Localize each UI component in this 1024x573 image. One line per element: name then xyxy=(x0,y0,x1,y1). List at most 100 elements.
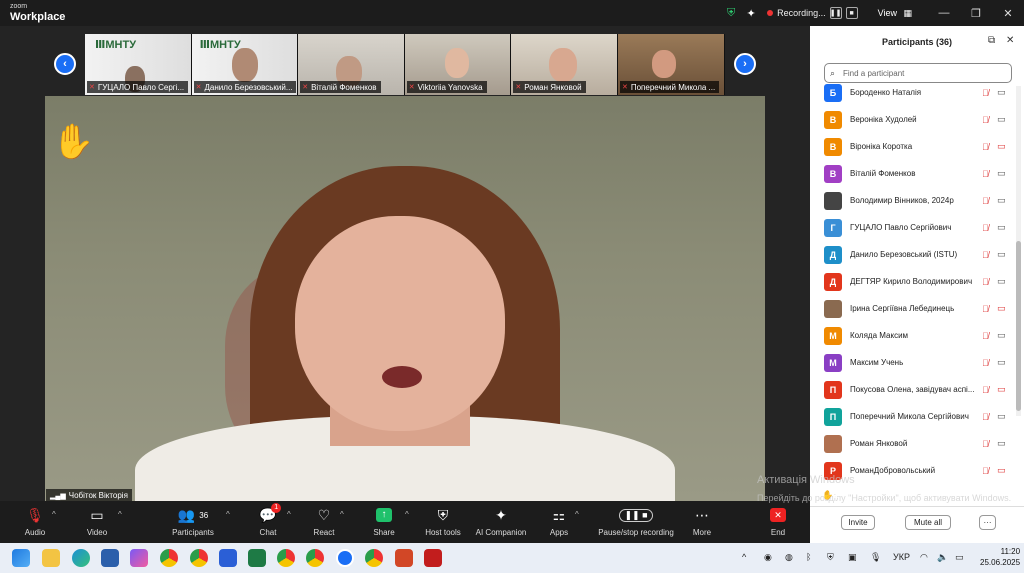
chrome-icon[interactable] xyxy=(365,549,383,567)
meet-icon[interactable]: ▣ xyxy=(848,552,857,563)
panel-scrollbar[interactable] xyxy=(1016,86,1021,416)
muted-mic-icon[interactable]: 🎙̸ xyxy=(982,142,989,152)
zoom-icon[interactable] xyxy=(336,549,354,567)
participant-row[interactable]: Д ДЕГТЯР Кирило Володимирович 🎙̸ ▭ xyxy=(810,268,1016,295)
video-icon[interactable]: ▭ xyxy=(997,168,1006,179)
video-icon[interactable]: ▭ xyxy=(997,411,1006,422)
active-speaker-video[interactable]: ✋ xyxy=(45,96,765,502)
minimize-button[interactable]: — xyxy=(928,0,960,26)
participant-row[interactable]: М Коляда Максим 🎙̸ ▭ xyxy=(810,322,1016,349)
participant-row[interactable]: П Поперечний Микола Сергійович 🎙̸ ▭ xyxy=(810,403,1016,430)
store-icon[interactable] xyxy=(101,549,119,567)
tray-app-icon[interactable]: ◉ xyxy=(764,552,772,563)
participant-row[interactable]: Володимир Вінников, 2024р 🎙̸ ▭ xyxy=(810,187,1016,214)
prev-page-button[interactable]: ‹ xyxy=(54,53,76,75)
video-icon[interactable]: ▭ xyxy=(997,330,1006,341)
video-off-icon[interactable]: ▭ xyxy=(997,384,1006,395)
participant-row[interactable]: Ірина Сергіївна Лебединець 🎙̸ ▭ xyxy=(810,295,1016,322)
raised-hands-counter[interactable]: ✋2 xyxy=(822,490,838,501)
participant-row[interactable]: Роман Янковой 🎙̸ ▭ xyxy=(810,430,1016,457)
invite-button[interactable]: Invite xyxy=(841,515,875,530)
recording-indicator[interactable]: Recording... ❚❚ ■ xyxy=(767,7,858,19)
thumbnail-tile[interactable]: ✕ Поперечний Микола ... xyxy=(617,34,725,95)
muted-mic-icon[interactable]: 🎙̸ xyxy=(982,250,989,260)
participant-row[interactable]: П Покусова Олена, завідувач аспі... 🎙̸ ▭ xyxy=(810,376,1016,403)
video-icon[interactable]: ▭ xyxy=(997,276,1006,287)
panel-more-button[interactable]: ··· xyxy=(979,515,996,530)
thumbnail-tile[interactable]: ✕ Viktoriia Yanovska xyxy=(404,34,512,95)
excel-icon[interactable] xyxy=(248,549,266,567)
shield-icon[interactable]: ⛨ xyxy=(721,0,741,26)
video-icon[interactable]: ▭ xyxy=(997,222,1006,233)
chevron-up-icon[interactable]: ^ xyxy=(742,552,746,562)
more-button[interactable]: ⋯ More xyxy=(667,505,737,538)
battery-icon[interactable]: ▭ xyxy=(955,552,964,563)
popout-icon[interactable]: ⧉ xyxy=(988,35,995,46)
muted-mic-icon[interactable]: 🎙̸ xyxy=(982,115,989,125)
muted-mic-icon[interactable]: 🎙̸ xyxy=(982,331,989,341)
zoom-tray-icon[interactable]: ◍ xyxy=(785,552,793,563)
chrome-icon[interactable] xyxy=(190,549,208,567)
muted-mic-icon[interactable]: 🎙̸ xyxy=(982,304,989,314)
edge-icon[interactable] xyxy=(72,549,90,567)
muted-mic-icon[interactable]: 🎙̸ xyxy=(982,385,989,395)
participant-row[interactable]: Д Данило Березовський (ISTU) 🎙̸ ▭ xyxy=(810,241,1016,268)
thumbnail-tile[interactable]: ✕ Роман Янковой xyxy=(511,34,618,95)
thumbnail-tile[interactable]: ⅢМНТУ ✕ Данило Березовський... xyxy=(191,34,299,95)
muted-mic-icon[interactable]: 🎙̸ xyxy=(982,223,989,233)
chrome-icon[interactable] xyxy=(306,549,324,567)
chevron-up-icon[interactable]: ^ xyxy=(340,510,344,519)
chevron-up-icon[interactable]: ^ xyxy=(52,510,56,519)
security-icon[interactable]: ⛨ xyxy=(827,552,834,563)
volume-icon[interactable]: 🔈 xyxy=(937,552,948,563)
muted-mic-icon[interactable]: 🎙̸ xyxy=(982,196,989,206)
thumbnail-tile[interactable]: ⅢМНТУ ✕ ГУЦАЛО Павло Сергі... xyxy=(85,34,192,95)
muted-mic-icon[interactable]: 🎙̸ xyxy=(982,439,989,449)
participants-button[interactable]: 👥 36 Participants xyxy=(158,505,228,538)
system-clock[interactable]: 11:20 25.06.2025 xyxy=(980,546,1020,568)
scrollbar-thumb[interactable] xyxy=(1016,241,1021,411)
video-off-icon[interactable]: ▭ xyxy=(997,303,1006,314)
powerpoint-icon[interactable] xyxy=(395,549,413,567)
participant-row[interactable]: В Віталій Фоменков 🎙̸ ▭ xyxy=(810,160,1016,187)
chrome-icon[interactable] xyxy=(277,549,295,567)
muted-mic-icon[interactable]: 🎙̸ xyxy=(982,358,989,368)
participant-row[interactable]: В Віроніка Коротка 🎙̸ ▭ xyxy=(810,133,1016,160)
muted-mic-icon[interactable]: 🎙̸ xyxy=(982,88,989,98)
video-icon[interactable]: ▭ xyxy=(997,114,1006,125)
muted-mic-icon[interactable]: 🎙̸ xyxy=(982,412,989,422)
view-button[interactable]: View ▦ xyxy=(878,8,912,19)
file-explorer-icon[interactable] xyxy=(42,549,60,567)
chevron-up-icon[interactable]: ^ xyxy=(118,510,122,519)
maximize-button[interactable]: ❐ xyxy=(960,0,992,26)
next-page-button[interactable]: › xyxy=(734,53,756,75)
close-button[interactable]: ✕ xyxy=(992,0,1024,26)
pause-icon[interactable]: ❚❚ xyxy=(829,7,842,19)
video-icon[interactable]: ▭ xyxy=(997,87,1006,98)
participant-row[interactable]: Г ГУЦАЛО Павло Сергійович 🎙̸ ▭ xyxy=(810,214,1016,241)
chevron-up-icon[interactable]: ^ xyxy=(575,510,579,519)
mic-icon[interactable]: 🎙 xyxy=(870,552,881,563)
video-icon[interactable]: ▭ xyxy=(997,438,1006,449)
pause-recording-button[interactable]: ❚❚ ■ Pause/stop recording xyxy=(594,505,678,537)
copilot-icon[interactable] xyxy=(130,549,148,567)
thumbnail-tile[interactable]: ✕ Віталій Фоменков xyxy=(298,34,405,95)
bluetooth-icon[interactable]: ᛒ xyxy=(806,552,811,562)
video-icon[interactable]: ▭ xyxy=(997,249,1006,260)
wifi-icon[interactable]: ◠ xyxy=(920,552,928,563)
apps-button[interactable]: ⚏ Apps xyxy=(524,505,594,538)
chevron-up-icon[interactable]: ^ xyxy=(226,510,230,519)
audio-button[interactable]: 🎙 Audio xyxy=(0,505,70,538)
participant-row[interactable]: М Максим Учень 🎙̸ ▭ xyxy=(810,349,1016,376)
muted-mic-icon[interactable]: 🎙̸ xyxy=(982,277,989,287)
participant-row[interactable]: Б Бороденко Наталія 🎙̸ ▭ xyxy=(810,79,1016,106)
word-icon[interactable] xyxy=(219,549,237,567)
end-button[interactable]: ✕ End xyxy=(743,505,813,537)
mute-all-button[interactable]: Mute all xyxy=(905,515,951,530)
sparkle-icon[interactable]: ✦ xyxy=(741,0,761,26)
stop-icon[interactable]: ■ xyxy=(845,7,858,19)
video-icon[interactable]: ▭ xyxy=(997,357,1006,368)
participant-row[interactable]: В Вероніка Худолей 🎙̸ ▭ xyxy=(810,106,1016,133)
muted-mic-icon[interactable]: 🎙̸ xyxy=(982,466,989,476)
acrobat-icon[interactable] xyxy=(424,549,442,567)
